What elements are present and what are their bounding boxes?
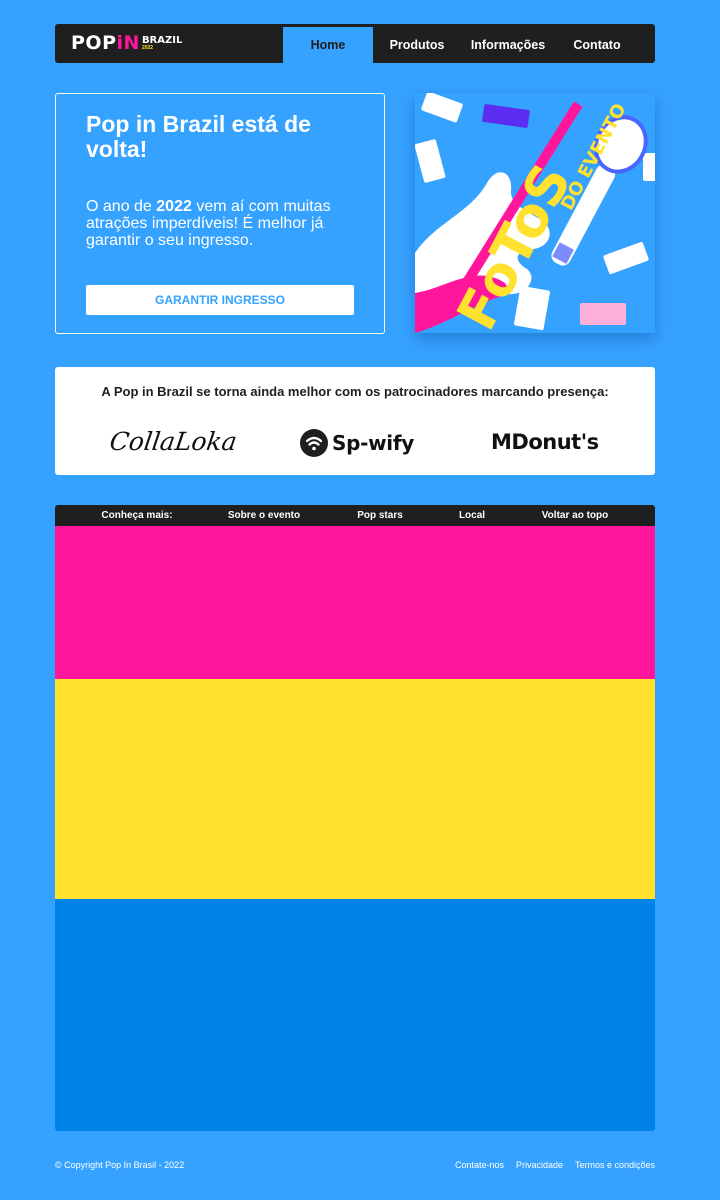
stripe-yellow: [55, 679, 655, 899]
gallery-nav-top[interactable]: Voltar ao topo: [531, 505, 619, 526]
gallery-nav-label: Conheça mais:: [101, 510, 173, 521]
gallery-nav-sobre[interactable]: Sobre o evento: [215, 505, 313, 526]
poster-artwork: FoToS DO EVENTO: [414, 91, 659, 340]
event-photos-poster[interactable]: FoToS DO EVENTO: [414, 91, 659, 340]
buy-ticket-button[interactable]: GARANTIR INGRESSO: [86, 285, 354, 315]
sponsors-title: A Pop in Brazil se torna ainda melhor co…: [101, 384, 609, 399]
footer-privacy-link[interactable]: Privacidade: [516, 1160, 563, 1170]
gallery-nav-local[interactable]: Local: [449, 505, 495, 526]
footer-copyright: © Copyright Pop In Brasil - 2022: [55, 1160, 185, 1170]
sponsor-collaloka-logo: CollaLoka: [107, 427, 239, 456]
logo-brazil-text: BRAZIL 2022: [141, 34, 183, 51]
top-navbar: POPiN BRAZIL 2022 Home Produtos Informaç…: [55, 24, 655, 63]
sponsors-section: A Pop in Brazil se torna ainda melhor co…: [55, 367, 655, 475]
nav-home[interactable]: Home: [283, 27, 373, 63]
nav-produtos[interactable]: Produtos: [381, 24, 453, 63]
sponsor-spwify-logo: Sp-wify: [300, 429, 414, 457]
gallery-nav-bar: Conheça mais: Sobre o evento Pop stars L…: [55, 505, 655, 526]
wifi-icon: [300, 429, 328, 457]
logo-pop-text: POPiN: [71, 31, 140, 54]
sponsor-mdonuts-logo: MDonut's: [491, 430, 599, 454]
nav-informacoes[interactable]: Informações: [463, 24, 553, 63]
pink-ticket-icon: [580, 303, 626, 325]
footer-contact-link[interactable]: Contate-nos: [455, 1160, 504, 1170]
hero-text: O ano de 2022 vem aí com muitas atrações…: [86, 198, 331, 249]
nav-contato[interactable]: Contato: [563, 24, 631, 63]
site-logo[interactable]: POPiN BRAZIL 2022: [71, 32, 182, 54]
info-gallery: Conheça mais: Sobre o evento Pop stars L…: [55, 505, 655, 1131]
spwify-label: Sp-wify: [332, 431, 414, 455]
gallery-nav-pop-stars[interactable]: Pop stars: [345, 505, 415, 526]
stripe-pink: [55, 526, 655, 679]
stripe-blue: [55, 899, 655, 1131]
footer-terms-link[interactable]: Termos e condições: [575, 1160, 655, 1170]
hero-title: Pop in Brazil está de volta!: [86, 111, 311, 162]
hero-card: Pop in Brazil está de volta! O ano de 20…: [55, 93, 385, 334]
